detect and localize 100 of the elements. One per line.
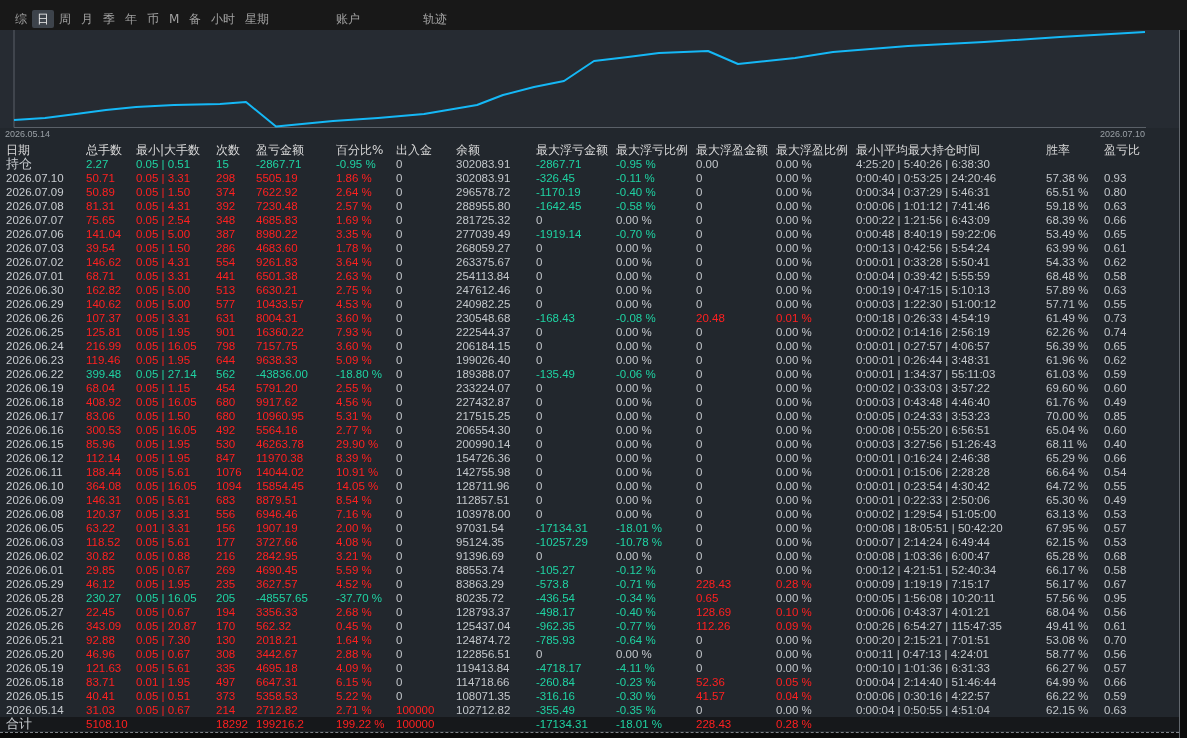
- table-cell-text: 81.31: [86, 199, 116, 213]
- table-cell-text: 46.96: [86, 647, 116, 661]
- table-cell-text: 0: [536, 549, 544, 563]
- table-cell-text: 0: [696, 479, 704, 493]
- table-cell-text: 0.49: [1104, 395, 1128, 409]
- tab[interactable]: 周: [54, 9, 76, 28]
- table-cell-text: 0.00 %: [616, 269, 653, 283]
- column-header: 最大浮亏金额: [536, 143, 609, 157]
- table-cell-text: 120.37: [86, 507, 123, 521]
- table-cell-text: -0.23 %: [616, 675, 657, 689]
- table-cell-text: 0:00:01 | 0:27:57 | 4:06:57: [856, 339, 991, 353]
- table-cell-text: 0: [536, 339, 544, 353]
- table-cell-text: 0: [696, 493, 704, 507]
- table-cell-text: 0:00:20 | 2:15:21 | 7:01:51: [856, 633, 991, 647]
- table-cell-text: 67.95 %: [1046, 521, 1090, 535]
- table-cell-text: 0: [696, 325, 704, 339]
- table-cell-text: 0:00:04 | 0:39:42 | 5:55:59: [856, 269, 991, 283]
- table-cell-text: 0: [696, 241, 704, 255]
- table-cell-text: 2026.06.12: [6, 451, 65, 465]
- chart-start-date: 2026.05.14: [5, 129, 51, 139]
- table-cell-text: -10257.29: [536, 535, 589, 549]
- table-cell-text: 0: [536, 423, 544, 437]
- tab[interactable]: 月: [76, 9, 98, 28]
- tab[interactable]: 星期: [240, 9, 275, 28]
- table-cell-text: 0.05 | 1.15: [136, 381, 192, 395]
- table-cell-text: 847: [216, 451, 237, 465]
- tab[interactable]: 备: [184, 9, 207, 28]
- table-cell-text: 0: [696, 661, 704, 675]
- table-cell-text: 58.77 %: [1046, 647, 1090, 661]
- table-cell-text: 0.05 | 1.50: [136, 409, 192, 423]
- table-cell-text: -43836.00: [256, 367, 309, 381]
- table-cell-text: 0.04 %: [776, 689, 813, 703]
- table-cell-text: 121.63: [86, 661, 123, 675]
- tab[interactable]: 轨迹: [418, 9, 453, 28]
- table-cell-text: 66.17 %: [1046, 563, 1090, 577]
- table-cell-text: 4.08 %: [336, 535, 373, 549]
- tab[interactable]: 账户: [331, 9, 366, 28]
- column-header: 出入金: [396, 143, 433, 157]
- table-cell-text: 2026.06.30: [6, 283, 65, 297]
- table-cell-text: -2867.71: [256, 157, 303, 171]
- table-cell-text: 2026.06.16: [6, 423, 65, 437]
- table-cell-text: 0.28 %: [776, 717, 813, 731]
- table-cell-text: 0.00 %: [616, 283, 653, 297]
- table-cell-text: 0:00:40 | 0:53:25 | 24:20:46: [856, 171, 998, 185]
- table-cell-text: 2026.07.03: [6, 241, 65, 255]
- table-cell-text: 408.92: [86, 395, 123, 409]
- tab[interactable]: M: [164, 9, 185, 28]
- table-cell-text: 0: [396, 605, 404, 619]
- table-cell-text: 194: [216, 605, 237, 619]
- table-cell-text: -0.08 %: [616, 311, 657, 325]
- table-cell-text: 10433.57: [256, 297, 305, 311]
- column-header: 盈亏比: [1104, 143, 1141, 157]
- table-cell-text: 0.00 %: [616, 255, 653, 269]
- table-cell-text: 0: [396, 591, 404, 605]
- table-cell-text: 0.60: [1104, 381, 1128, 395]
- table-cell-text: 0.00 %: [776, 381, 813, 395]
- table-cell-text: 387: [216, 227, 237, 241]
- table-cell-text: -573.8: [536, 577, 570, 591]
- table-cell-text: 0.05 | 3.31: [136, 311, 192, 325]
- table-cell-text: 0.05 | 0.67: [136, 605, 192, 619]
- table-cell-text: 0:00:02 | 1:29:54 | 51:05:00: [856, 507, 998, 521]
- table-cell-text: 0.05 | 0.88: [136, 549, 192, 563]
- tab[interactable]: 币: [142, 9, 164, 28]
- table-cell-text: 0.05 | 16.05: [136, 423, 198, 437]
- table-cell-text: 64.72 %: [1046, 479, 1090, 493]
- table-cell-text: 0: [396, 227, 404, 241]
- table-cell-text: 2026.05.19: [6, 661, 65, 675]
- table-cell-text: -0.70 %: [616, 227, 657, 241]
- table-cell-text: 8.39 %: [336, 451, 373, 465]
- table-cell-text: 0: [696, 633, 704, 647]
- table-cell-text: 0.01 %: [776, 311, 813, 325]
- table-cell-text: 61.03 %: [1046, 367, 1090, 381]
- tab[interactable]: 日: [32, 9, 54, 28]
- tab[interactable]: 小时: [206, 9, 241, 28]
- table-cell-text: 0:00:04 | 2:14:40 | 51:46:44: [856, 675, 998, 689]
- table-cell-text: 4:25:20 | 5:40:26 | 6:38:30: [856, 157, 991, 171]
- table-cell-text: 61.49 %: [1046, 311, 1090, 325]
- table-cell-text: 2026.06.15: [6, 437, 65, 451]
- table-cell-text: -37.70 %: [336, 591, 384, 605]
- table-cell-text: 70.00 %: [1046, 409, 1090, 423]
- table-cell-text: 2.77 %: [336, 423, 373, 437]
- table-cell-text: 2026.06.19: [6, 381, 65, 395]
- table-cell-text: 2026.06.08: [6, 507, 65, 521]
- tab[interactable]: 综: [10, 9, 32, 28]
- table-cell-text: 0.85: [1104, 409, 1128, 423]
- tab[interactable]: 年: [120, 9, 142, 28]
- table-cell-text: 2712.82: [256, 703, 299, 717]
- table-cell-text: 2026.05.21: [6, 633, 65, 647]
- table-cell-text: 0:00:18 | 0:26:33 | 4:54:19: [856, 311, 991, 325]
- table-cell-text: 0.00 %: [776, 409, 813, 423]
- tab[interactable]: 季: [98, 9, 120, 28]
- table-cell-text: 0.68: [1104, 549, 1128, 563]
- table-cell-text: 59.18 %: [1046, 199, 1090, 213]
- table-cell-text: 240982.25: [456, 297, 512, 311]
- table-cell-text: 2026.06.11: [6, 465, 64, 479]
- table-cell-text: 95124.35: [456, 535, 505, 549]
- table-cell-text: 2026.05.29: [6, 577, 65, 591]
- table-cell-text: 343.09: [86, 619, 123, 633]
- table-cell-text: 2026.06.25: [6, 325, 65, 339]
- table-cell-text: 0: [396, 255, 404, 269]
